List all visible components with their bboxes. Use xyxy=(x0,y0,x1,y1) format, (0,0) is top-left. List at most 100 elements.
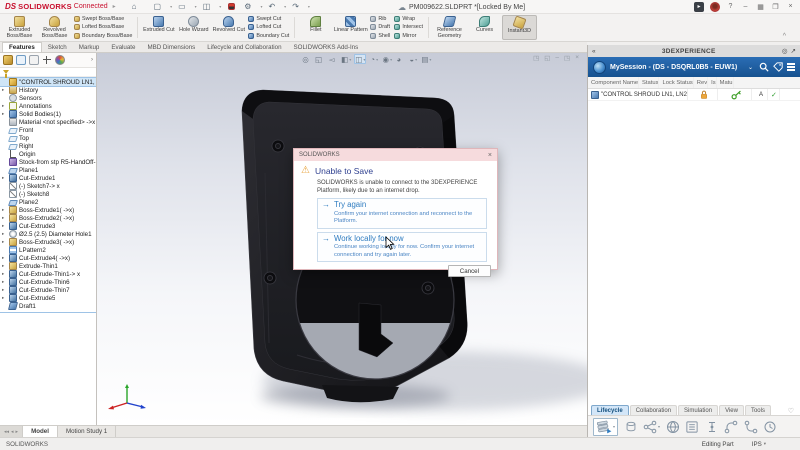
tree-item[interactable]: ▸ Cut-Extrude-Thin7 xyxy=(0,286,96,294)
instant3d-button[interactable]: Instant3D xyxy=(502,15,537,40)
command-tab[interactable]: MBD Dimensions xyxy=(141,42,201,52)
boundary-boss-base-button[interactable]: Boundary Boss/Base xyxy=(74,32,132,40)
doc-cascade-icon[interactable]: ◳ xyxy=(564,54,570,62)
configuration-manager-tab-icon[interactable] xyxy=(29,55,39,65)
tree-item[interactable]: ▸ Cut-Extrude1 xyxy=(0,174,96,182)
tree-item[interactable]: ▸ Cut-Extrude-Thin1-> x xyxy=(0,270,96,278)
tree-item[interactable]: ▸ Right xyxy=(0,142,96,150)
revolved-boss-base-button[interactable]: Revolved Boss/Base xyxy=(37,15,72,40)
menu-icon[interactable] xyxy=(787,63,795,70)
tree-item[interactable]: ▸ Cut-Extrude4( ->x) xyxy=(0,254,96,262)
tree-item[interactable]: ▸ Stock-from stp R5-HandOff-BTCx xyxy=(0,158,96,166)
model-tab[interactable]: Model xyxy=(23,426,58,437)
lifecycle-status-icon[interactable]: ▾ xyxy=(227,3,238,10)
lofted-boss-base-button[interactable]: Lofted Boss/Base xyxy=(74,23,132,31)
apply-scene-icon[interactable]: ◒ ▾ xyxy=(408,54,418,64)
expand-arrow-icon[interactable]: ▸ xyxy=(2,288,7,293)
command-tab[interactable]: Sketch xyxy=(42,42,73,52)
units-selector[interactable]: IPS ▾ xyxy=(752,441,766,448)
scroll-next-icon[interactable]: ▸ xyxy=(16,429,19,435)
revision-button[interactable] xyxy=(705,420,719,434)
edit-appearance-icon[interactable]: ◕ ▾ xyxy=(395,54,405,64)
panel-collapse-icon[interactable]: « xyxy=(592,48,596,55)
expand-arrow-icon[interactable]: ▸ xyxy=(2,272,7,277)
tree-item[interactable]: ▸ History xyxy=(0,86,96,94)
options-gear-icon[interactable]: ⚙ ▾ xyxy=(244,2,262,11)
tree-item[interactable]: ▸ Boss-Extrude2( ->x) xyxy=(0,214,96,222)
dimxpert-tab-icon[interactable] xyxy=(42,55,52,65)
tree-item[interactable]: ▸ Top xyxy=(0,134,96,142)
swept-cut-button[interactable]: Swept Cut xyxy=(248,15,289,23)
undo-icon[interactable]: ↶ ▾ xyxy=(268,2,286,11)
tree-item[interactable]: ▸ Origin xyxy=(0,150,96,158)
action-tab[interactable]: View xyxy=(719,405,744,415)
rib-button[interactable]: Rib xyxy=(370,15,390,23)
user-avatar[interactable] xyxy=(710,2,720,12)
filter-funnel-icon[interactable] xyxy=(3,70,9,74)
column-header[interactable]: Rev xyxy=(694,77,708,88)
dialog-title-bar[interactable]: SOLIDWORKS × xyxy=(294,149,497,161)
3dcompass-icon[interactable] xyxy=(593,61,606,74)
action-tab[interactable]: Collaboration xyxy=(630,405,677,415)
command-tab[interactable]: Features xyxy=(2,42,42,52)
doc-new-window-icon[interactable]: ◱ xyxy=(544,54,550,62)
tree-item[interactable]: ▸ Cut-Extrude3 xyxy=(0,222,96,230)
expand-arrow-icon[interactable]: ▸ xyxy=(2,216,7,221)
tree-item[interactable]: ▸ (-) Sketch8 xyxy=(0,190,96,198)
swept-boss-base-button[interactable]: Swept Boss/Base xyxy=(74,15,132,23)
display-style-icon[interactable]: ◔ ▾ xyxy=(369,54,379,64)
tree-item[interactable]: ▸ Sensors xyxy=(0,94,96,102)
panel-pin-icon[interactable]: ↗ xyxy=(791,47,796,55)
hole-wizard-button[interactable]: Hole Wizard xyxy=(176,15,211,40)
reference-geometry-button[interactable]: Reference Geometry xyxy=(432,15,467,40)
action-tab[interactable]: Lifecycle xyxy=(591,405,629,415)
shell-button[interactable]: Shell xyxy=(370,32,390,40)
close-button[interactable]: × xyxy=(786,3,795,10)
expand-arrow-icon[interactable]: ▸ xyxy=(2,240,7,245)
lofted-cut-button[interactable]: Lofted Cut xyxy=(248,23,289,31)
save-icon[interactable]: ◫ ▾ xyxy=(203,2,222,11)
revolved-cut-button[interactable]: Revolved Cut xyxy=(211,15,246,40)
explore-button[interactable] xyxy=(624,420,638,434)
branch-button[interactable] xyxy=(724,420,738,434)
previous-view-icon[interactable]: ◅ ▾ xyxy=(328,54,338,64)
column-header[interactable]: Lock Status xyxy=(659,77,693,88)
brand-expand-icon[interactable]: ▸ xyxy=(113,3,116,10)
open-document-icon[interactable]: ▭ ▾ xyxy=(178,2,197,11)
column-header[interactable]: Matu xyxy=(717,77,734,88)
property-manager-tab-icon[interactable] xyxy=(16,55,26,65)
expand-arrow-icon[interactable]: ▸ xyxy=(2,280,7,285)
expand-arrow-icon[interactable]: ▸ xyxy=(2,296,7,301)
tree-item[interactable]: ▸ Boss-Extrude3( ->x) xyxy=(0,238,96,246)
boundary-cut-button[interactable]: Boundary Cut xyxy=(248,32,289,40)
ribbon-collapse-icon[interactable]: ^ xyxy=(783,33,786,40)
search-icon[interactable] xyxy=(759,62,769,72)
expand-arrow-icon[interactable]: ▸ xyxy=(2,104,7,109)
column-header[interactable]: Is xyxy=(708,77,717,88)
tab-scroll-controls[interactable]: ◂◂ ◂ ▸ xyxy=(0,426,23,437)
tree-item[interactable]: ▸ Cut-Extrude-Thin6 xyxy=(0,278,96,286)
tree-item[interactable]: ▸ Cut-Extrude5 xyxy=(0,294,96,302)
command-tab[interactable]: Lifecycle and Collaboration xyxy=(201,42,287,52)
action-tab[interactable]: Tools xyxy=(745,405,771,415)
tree-item[interactable]: ▸ Material <not specified> ->x xyxy=(0,118,96,126)
tree-item[interactable]: ▸ Plane1 xyxy=(0,166,96,174)
column-header[interactable]: Component Name xyxy=(588,77,639,88)
minimize-button[interactable]: – xyxy=(741,3,750,10)
display-grid-icon[interactable]: ▦ xyxy=(756,3,765,11)
session-chevron-icon[interactable]: ⌄ xyxy=(748,64,753,71)
section-view-icon[interactable]: ◧ ▾ xyxy=(341,54,351,64)
scroll-prev-icon[interactable]: ◂ xyxy=(11,429,14,435)
view-orientation-icon[interactable]: ◫ ▾ xyxy=(354,54,366,64)
tree-item[interactable]: ▸ Draft1 xyxy=(0,302,96,310)
restore-button[interactable]: ❐ xyxy=(771,3,780,11)
expand-arrow-icon[interactable]: ▸ xyxy=(2,176,7,181)
view-settings-icon[interactable]: ▤ ▾ xyxy=(421,54,431,64)
feature-tree-tab-icon[interactable] xyxy=(3,55,13,65)
save-to-platform-button[interactable]: ▾ xyxy=(593,418,618,436)
doc-restore-icon[interactable]: ◳ xyxy=(533,54,539,62)
curves-button[interactable]: Curves xyxy=(467,15,502,40)
tree-pane-splitter[interactable] xyxy=(0,312,96,313)
expand-arrow-icon[interactable]: ▸ xyxy=(2,112,7,117)
component-row[interactable]: "CONTROL SHROUD LN1, LN2" A ✓ xyxy=(588,89,800,101)
